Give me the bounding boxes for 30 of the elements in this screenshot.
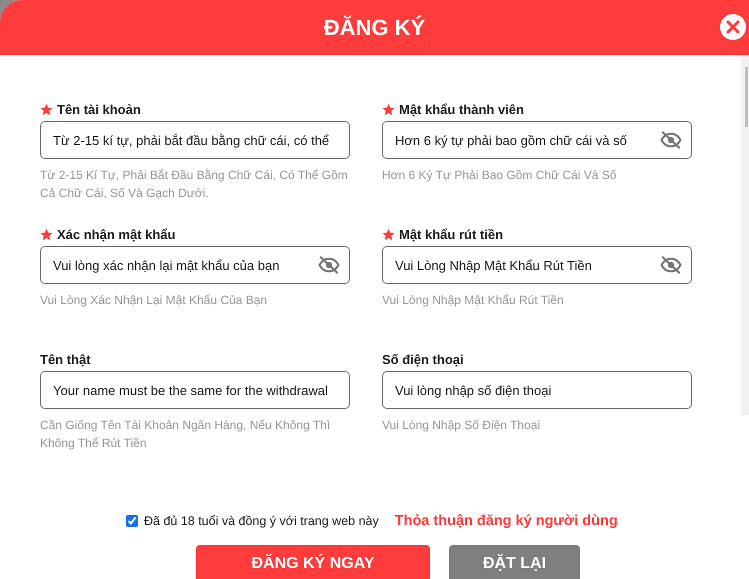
field-hint: Vui Lòng Nhập Số Điện Thoại [382,417,542,434]
reset-button[interactable]: ĐẶT LẠI [449,545,580,579]
field-hint: Từ 2-15 Kí Tự, Phải Bắt Đầu Bằng Chữ Cái, Có Thể Gồm Cả Chữ Cái, Số Và Gạch Dưới. [40,167,349,202]
input-field[interactable]: Từ 2-15 kí tự, phải bắt đầu bằng chữ cái, có thể [40,121,350,159]
field-hint: Vui Lòng Xác Nhận Lại Mật Khẩu Của Bạn [40,292,268,309]
field-label: Tên thật [40,352,91,366]
input-field[interactable]: Vui lòng nhập số điện thoại [382,371,692,409]
close-button[interactable] [720,14,746,40]
input-field[interactable]: Hơn 6 ký tự phải bao gồm chữ cái và số [382,121,692,159]
eye-slash-icon[interactable] [660,256,682,274]
field-hint: Vui Lòng Nhập Mật Khẩu Rút Tiền [382,292,565,309]
field-label: Mật khẩu thành viên [399,102,524,116]
field-label: Mật khẩu rút tiền [399,226,504,242]
user-agreement-link[interactable]: Thỏa thuận đăng ký người dùng [394,513,618,529]
field-hint: Cần Giống Tên Tài Khoản Ngân Hàng, Nếu Không Thì Không Thể Rút Tiền [40,417,332,452]
field-label: Xác nhận mật khẩu [57,226,176,242]
close-icon[interactable] [725,19,741,35]
scrollbar[interactable] [741,55,749,415]
register-button[interactable]: ĐĂNG KÝ NGAY [196,545,430,579]
field-label: Tên tài khoản [57,102,141,116]
input-field[interactable]: Your name must be the same for the withdrawal [40,371,350,409]
dialog-title: ĐĂNG KÝ [324,14,426,40]
agreement-label: Đã đủ 18 tuổi và đồng ý với trang web này [144,514,379,528]
input-field[interactable]: Vui lòng xác nhận lại mật khẩu của bạn [40,246,350,284]
input-field[interactable]: Vui Lòng Nhập Mật Khẩu Rút Tiền [382,246,692,284]
field-label: Số điện thoại [382,352,464,366]
eye-slash-icon[interactable] [660,131,682,149]
field-hint: Hơn 6 Ký Tự Phải Bao Gồm Chữ Cái Và Số [382,167,618,184]
agree-checkbox[interactable] [126,515,138,527]
eye-slash-icon[interactable] [318,256,340,274]
